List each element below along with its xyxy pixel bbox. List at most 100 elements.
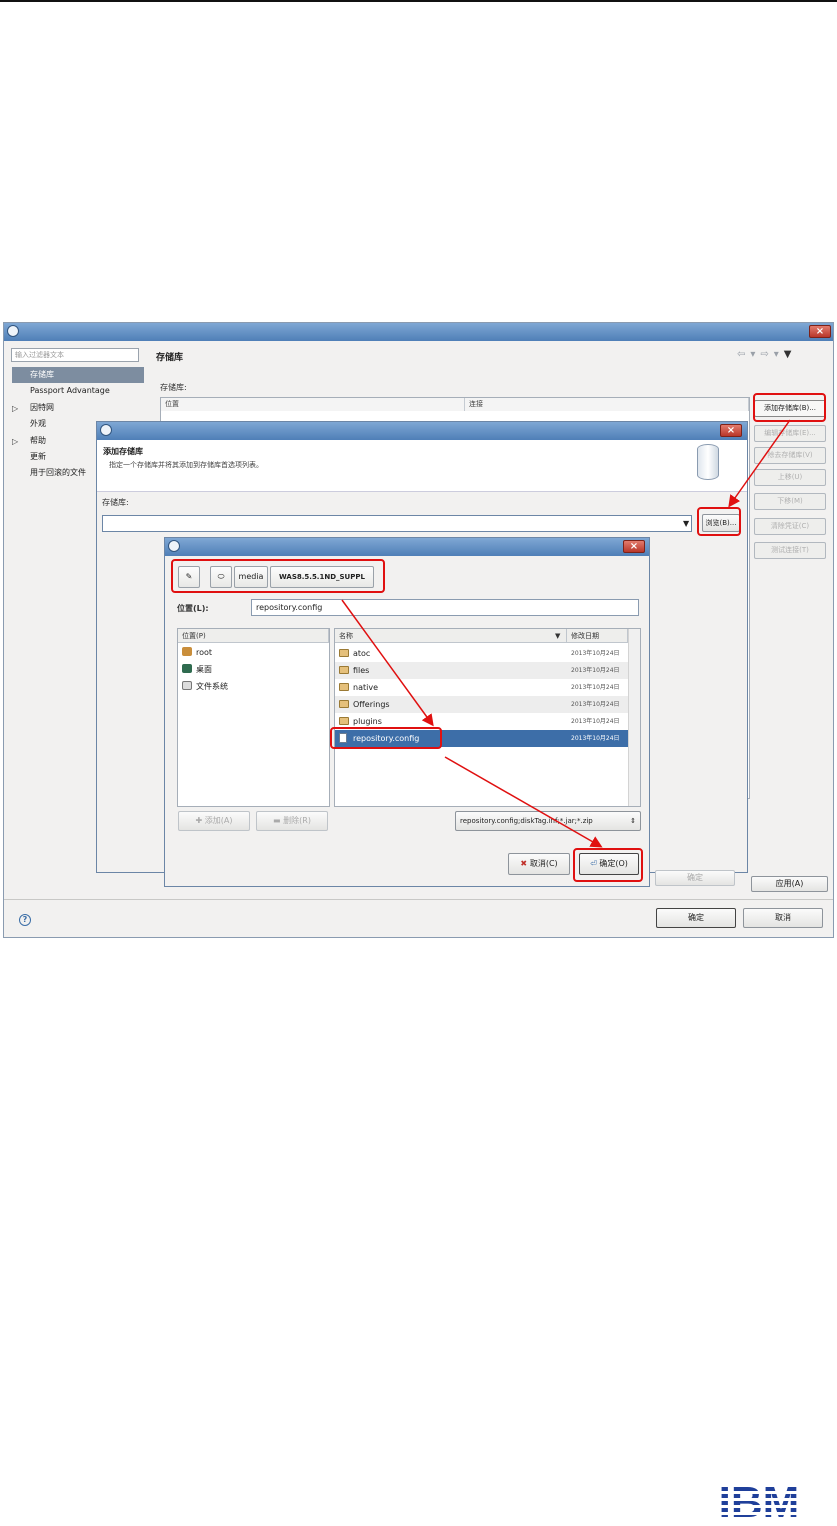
test-connection-button[interactable]: 测试连接(T) (754, 542, 826, 559)
svg-text:IBM: IBM (719, 1480, 800, 1522)
nav-item-internet[interactable]: 因特网 (12, 400, 144, 416)
drive-icon (182, 681, 192, 690)
file-date: 2013年10月24日 (571, 735, 620, 742)
move-up-button[interactable]: 上移(U) (754, 469, 826, 486)
home-folder-icon (182, 647, 192, 656)
file-name: plugins (353, 717, 382, 726)
ok-button[interactable]: 确定 (656, 908, 736, 928)
app-icon (7, 325, 19, 337)
file-cancel-button[interactable]: ✖ 取消(C) (508, 853, 570, 875)
file-dialog-titlebar: × (165, 538, 649, 556)
dropdown-arrow-icon[interactable]: ▼ (683, 519, 689, 528)
file-type-filter[interactable]: repository.config;diskTag.inf;*.jar;*.zi… (455, 811, 641, 831)
remove-bookmark-label: 删除(R) (283, 816, 311, 825)
file-row[interactable]: Offerings 2013年10月24日 (335, 696, 628, 713)
crumb-root-button[interactable]: ⬭ (210, 566, 232, 588)
crumb-was-folder[interactable]: WAS8.5.5.1ND_SUPPL (270, 566, 374, 588)
window-close-button[interactable]: × (809, 325, 831, 338)
window-titlebar: × (4, 323, 833, 341)
name-header-label: 名称 (339, 632, 353, 640)
open-icon: ⏎ (590, 859, 600, 868)
cancel-label: 取消(C) (529, 859, 558, 868)
nav-item-passport-advantage[interactable]: Passport Advantage (12, 383, 144, 399)
file-name: atoc (353, 649, 371, 658)
filter-input[interactable]: 输入过滤器文本 (11, 348, 139, 362)
file-date: 2013年10月24日 (571, 650, 620, 657)
dialog-banner: 添加存储库 指定一个存储库并将其添加到存储库首选项列表。 (97, 440, 747, 492)
place-desktop[interactable]: 桌面 (182, 662, 212, 678)
cancel-button[interactable]: 取消 (743, 908, 823, 928)
move-down-button[interactable]: 下移(M) (754, 493, 826, 510)
file-row[interactable]: plugins 2013年10月24日 (335, 713, 628, 730)
column-header-modified[interactable]: 修改日期 (567, 629, 628, 643)
file-list[interactable]: 名称 ▼ 修改日期 atoc 2013年10月24日 files 2013年10月24… (334, 628, 641, 807)
history-nav-arrows[interactable]: ⇦▾⇨▾▼ (737, 349, 797, 360)
pencil-icon: ✎ (185, 572, 193, 581)
plus-icon: ✚ (195, 816, 205, 825)
add-bookmark-label: 添加(A) (204, 816, 233, 825)
file-name: files (353, 666, 370, 675)
add-repository-button[interactable]: 添加存储库(B)... (754, 400, 826, 417)
place-label: root (196, 648, 213, 657)
add-bookmark-button[interactable]: ✚ 添加(A) (178, 811, 250, 831)
file-date: 2013年10月24日 (571, 684, 620, 691)
file-name: repository.config (353, 734, 420, 743)
question-icon[interactable]: ? (19, 914, 31, 926)
file-list-scrollbar[interactable] (628, 629, 640, 806)
drive-icon: ⬭ (217, 572, 225, 581)
place-label: 桌面 (196, 665, 212, 674)
column-header-name[interactable]: 名称 ▼ (335, 629, 567, 643)
file-row[interactable]: native 2013年10月24日 (335, 679, 628, 696)
places-pane: 位置(P) root 桌面 文件系统 (177, 628, 330, 807)
file-row[interactable]: files 2013年10月24日 (335, 662, 628, 679)
location-input[interactable]: repository.config (251, 599, 639, 616)
places-header[interactable]: 位置(P) (178, 629, 329, 643)
repositories-label: 存储库: (160, 383, 187, 392)
column-header-connection[interactable]: 连接 (465, 398, 749, 411)
dialog-close-button[interactable]: × (720, 424, 742, 437)
dialog-titlebar: × (97, 422, 747, 440)
place-root[interactable]: root (182, 645, 212, 661)
column-header-location[interactable]: 位置 (161, 398, 465, 411)
minus-icon: ▬ (273, 816, 284, 825)
app-icon (100, 424, 112, 436)
ibm-logo: IBM (719, 1480, 800, 1522)
folder-icon (339, 666, 349, 674)
crumb-media[interactable]: media (234, 566, 268, 588)
file-date: 2013年10月24日 (571, 701, 620, 708)
document-icon (339, 733, 347, 743)
open-label: 确定(O) (599, 859, 628, 868)
cancel-x-icon: ✖ (520, 859, 530, 868)
location-label: 位置(L): (177, 604, 209, 613)
file-dialog-close-button[interactable]: × (623, 540, 645, 553)
remove-bookmark-button[interactable]: ▬ 删除(R) (256, 811, 328, 831)
browse-button[interactable]: 浏览(B)... (702, 514, 740, 532)
dialog-description: 指定一个存储库并将其添加到存储库首选项列表。 (109, 461, 263, 469)
file-row[interactable]: atoc 2013年10月24日 (335, 645, 628, 662)
file-chooser-dialog: × ✎ ⬭ media WAS8.5.5.1ND_SUPPL 位置(L): re… (164, 537, 650, 887)
file-date: 2013年10月24日 (571, 667, 620, 674)
page-title: 存储库 (156, 353, 184, 363)
apply-button[interactable]: 应用(A) (751, 876, 828, 892)
folder-icon (339, 683, 349, 691)
nav-item-repositories[interactable]: 存储库 (12, 367, 144, 383)
dialog-ok-button[interactable]: 确定 (655, 870, 735, 886)
file-name: Offerings (353, 700, 390, 709)
filter-value: repository.config;diskTag.inf;*.jar;*.zi… (460, 817, 593, 825)
repository-combo[interactable] (102, 515, 692, 532)
app-icon (168, 540, 180, 552)
remove-repository-button[interactable]: 除去存储库(V) (754, 447, 826, 464)
database-icon (697, 444, 719, 480)
folder-icon (339, 649, 349, 657)
folder-icon (339, 717, 349, 725)
edit-repository-button[interactable]: 编辑存储库(E)... (754, 425, 826, 442)
sort-arrow-icon: ▼ (555, 632, 561, 640)
dialog-title: 添加存储库 (103, 447, 143, 456)
place-filesystem[interactable]: 文件系统 (182, 679, 228, 695)
place-label: 文件系统 (196, 682, 228, 691)
file-open-button[interactable]: ⏎ 确定(O) (579, 853, 639, 875)
clear-credentials-button[interactable]: 清除凭证(C) (754, 518, 826, 535)
file-row-selected[interactable]: repository.config 2013年10月24日 (335, 730, 628, 747)
edit-path-button[interactable]: ✎ (178, 566, 200, 588)
file-date: 2013年10月24日 (571, 718, 620, 725)
